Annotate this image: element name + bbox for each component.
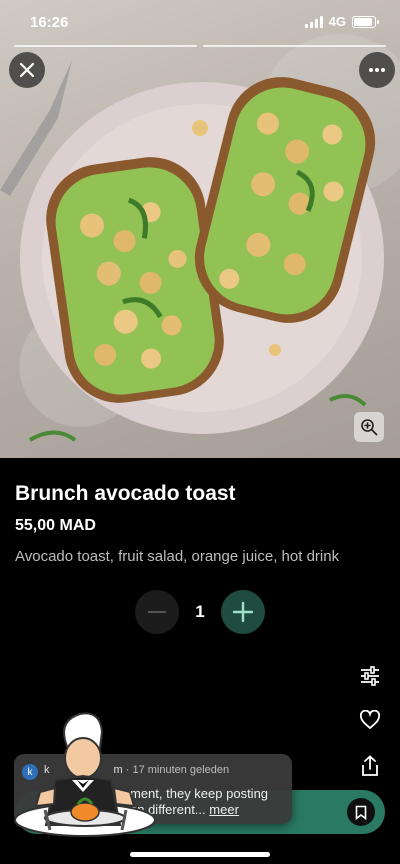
- home-indicator: [130, 852, 270, 857]
- customize-button[interactable]: [356, 662, 384, 690]
- share-button[interactable]: [356, 752, 384, 780]
- decrease-quantity-button[interactable]: [135, 590, 179, 634]
- product-description: Avocado toast, fruit salad, orange juice…: [15, 548, 340, 565]
- waiter-sticker: [14, 712, 156, 837]
- minus-icon: [148, 611, 166, 613]
- zoom-button[interactable]: [354, 412, 384, 442]
- close-icon: [19, 62, 35, 78]
- bookmark-icon: [355, 805, 367, 820]
- more-options-button[interactable]: [359, 52, 395, 88]
- status-bar: 16:26 4G: [0, 0, 400, 44]
- status-time: 16:26: [30, 14, 69, 31]
- signal-icon: [304, 15, 323, 28]
- plus-icon: [232, 601, 254, 623]
- review-more-link[interactable]: meer: [209, 802, 239, 817]
- close-button[interactable]: [9, 52, 45, 88]
- quantity-value: 1: [195, 602, 205, 621]
- zoom-in-icon: [361, 419, 378, 436]
- status-indicators: 4G: [304, 14, 379, 29]
- filter-icon: [361, 666, 379, 686]
- image-pager: [14, 45, 386, 47]
- product-image[interactable]: [0, 0, 400, 458]
- network-label: 4G: [328, 14, 346, 29]
- product-price: 55,00 MAD: [15, 517, 96, 534]
- food-illustration: [0, 60, 384, 442]
- battery-icon: [352, 15, 379, 28]
- heart-icon: [359, 710, 381, 730]
- more-icon: [369, 68, 385, 72]
- favorite-button[interactable]: [356, 706, 384, 734]
- increase-quantity-button[interactable]: [221, 590, 265, 634]
- share-icon: [362, 755, 378, 776]
- product-title: Brunch avocado toast: [15, 482, 236, 505]
- save-button[interactable]: [347, 798, 375, 826]
